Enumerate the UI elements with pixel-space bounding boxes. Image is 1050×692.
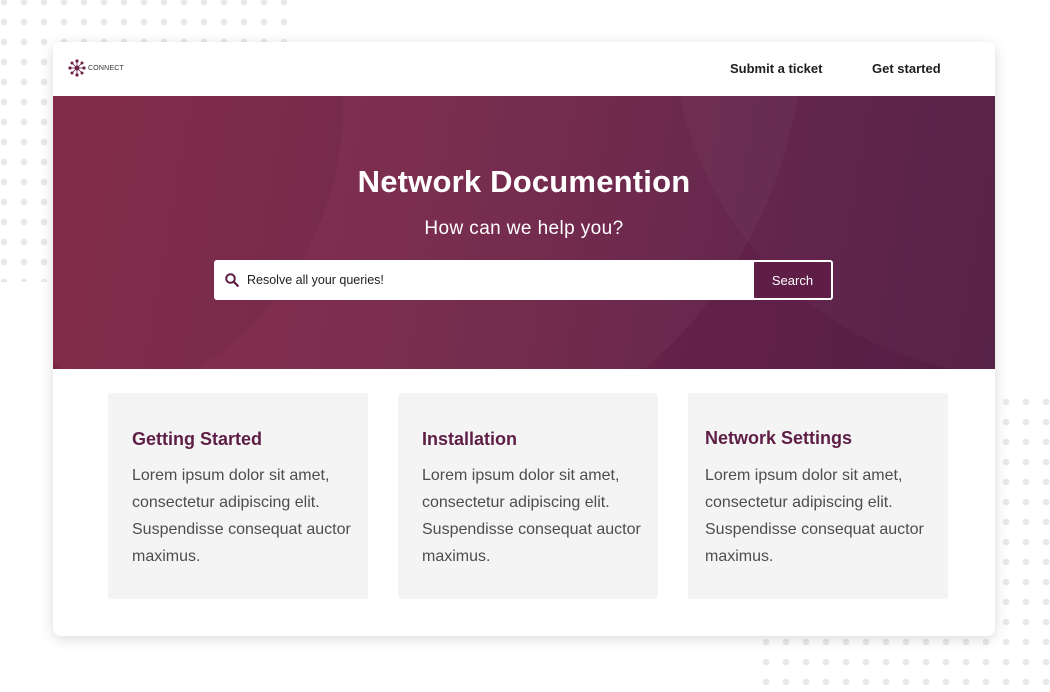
topic-cards-section: Getting Started Lorem ipsum dolor sit am… [53,369,995,636]
search-button[interactable]: Search [754,262,831,298]
hero-banner: Network Documention How can we help you?… [53,96,995,369]
card-title: Installation [422,429,517,450]
card-title: Getting Started [132,429,262,450]
search-icon [224,272,240,288]
page-title: Network Documention [53,164,995,200]
card-description: Lorem ipsum dolor sit amet, consectetur … [132,462,357,570]
browser-window: CONNECT Submit a ticket Get started Netw… [53,42,995,636]
hero-subtitle: How can we help you? [53,218,995,240]
card-installation[interactable]: Installation Lorem ipsum dolor sit amet,… [398,393,658,599]
card-description: Lorem ipsum dolor sit amet, consectetur … [422,462,647,570]
card-getting-started[interactable]: Getting Started Lorem ipsum dolor sit am… [108,393,368,599]
top-navigation-bar: CONNECT Submit a ticket Get started [53,42,995,96]
logo-text: CONNECT [88,65,124,72]
get-started-link[interactable]: Get started [872,61,941,76]
network-flower-logo-icon [67,58,87,78]
search-input[interactable] [247,260,747,300]
card-title: Network Settings [705,428,852,449]
brand-logo[interactable]: CONNECT [67,58,124,78]
submit-ticket-link[interactable]: Submit a ticket [730,61,822,76]
card-description: Lorem ipsum dolor sit amet, consectetur … [705,462,940,570]
card-network-settings[interactable]: Network Settings Lorem ipsum dolor sit a… [688,393,948,599]
search-bar: Search [214,260,833,300]
